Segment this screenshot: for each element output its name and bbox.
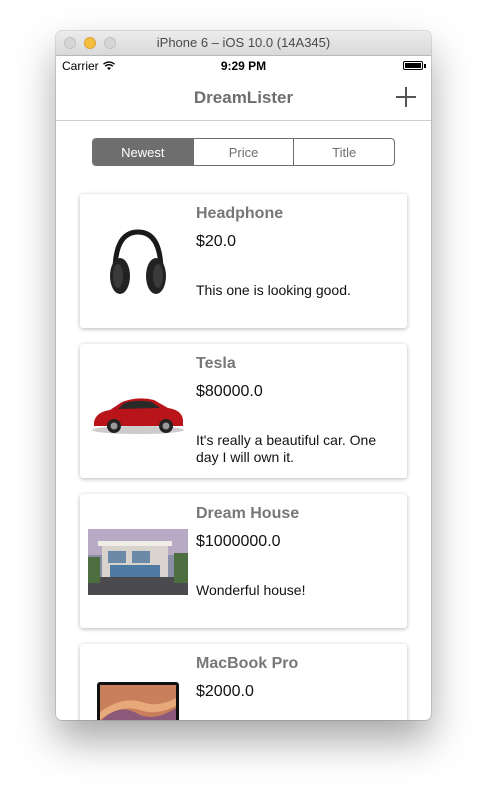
item-price: $1000000.0 (196, 533, 281, 550)
list-item[interactable]: MacBook Pro $2000.0 (80, 644, 407, 720)
item-title: MacBook Pro (196, 655, 299, 672)
item-title: Dream House (196, 505, 300, 522)
battery-tip (424, 64, 426, 68)
item-price: $80000.0 (196, 383, 263, 400)
status-bar: Carrier 9:29 PM (56, 56, 431, 76)
navigation-bar: DreamLister (56, 76, 431, 121)
status-time: 9:29 PM (220, 59, 267, 73)
sort-segmented-control: Newest Price Title (92, 138, 395, 166)
battery-icon (403, 61, 423, 70)
list-item[interactable]: Headphone $20.0 This one is looking good… (80, 194, 407, 328)
laptop-image (88, 672, 188, 720)
item-price: $20.0 (196, 233, 237, 250)
window-titlebar: iPhone 6 – iOS 10.0 (14A345) (56, 31, 431, 56)
list-item[interactable]: Tesla $80000.0 It's really a beautiful c… (80, 344, 407, 478)
item-details: It's really a beautiful car. One day I w… (196, 432, 377, 465)
nav-title: DreamLister (193, 88, 294, 107)
list-item[interactable]: Dream House $1000000.0 Wonderful house! (80, 494, 407, 628)
item-details: This one is looking good. (196, 282, 351, 298)
plus-icon[interactable] (395, 86, 417, 108)
headphones-image (88, 222, 188, 302)
segment-newest[interactable]: Newest (93, 139, 193, 165)
segment-price[interactable]: Price (192, 139, 294, 165)
simulator-window: iPhone 6 – iOS 10.0 (14A345) Carrier 9:2… (56, 31, 431, 720)
item-details: Wonderful house! (196, 582, 306, 598)
item-title: Tesla (196, 355, 236, 372)
segment-title[interactable]: Title (293, 139, 394, 165)
house-image (88, 522, 188, 602)
item-price: $2000.0 (196, 683, 254, 700)
window-title: iPhone 6 – iOS 10.0 (14A345) (156, 35, 331, 50)
item-title: Headphone (196, 205, 284, 222)
car-image (88, 372, 188, 452)
